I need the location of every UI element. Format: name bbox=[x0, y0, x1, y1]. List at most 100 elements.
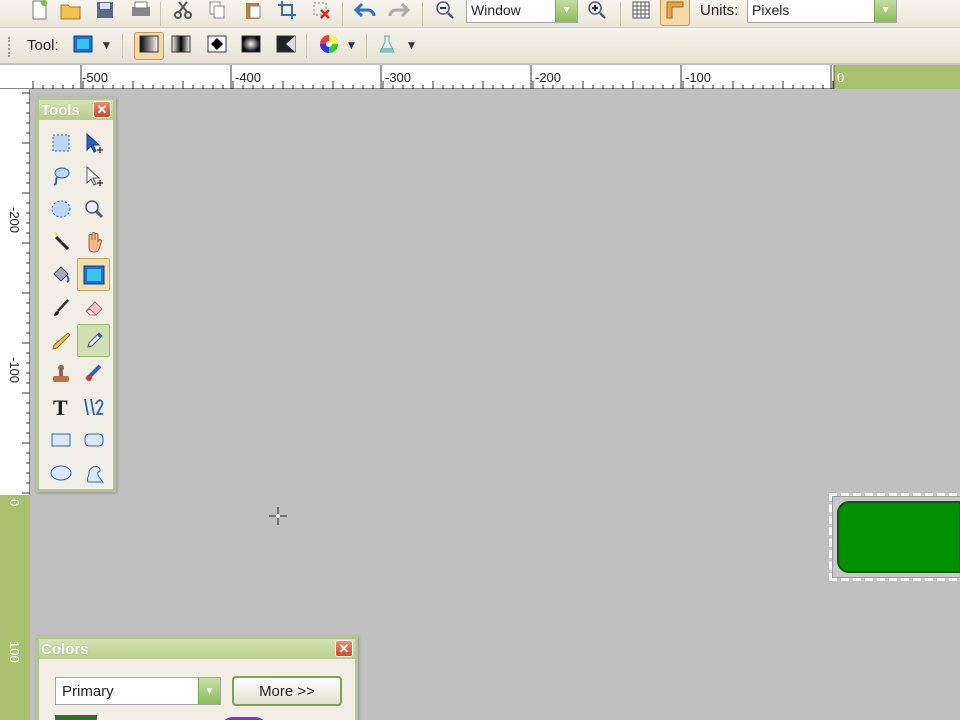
eraser-icon bbox=[84, 300, 103, 315]
gradient-icon bbox=[83, 265, 104, 284]
tool-rectangle[interactable] bbox=[44, 423, 77, 456]
diamond-gradient-button[interactable] bbox=[204, 34, 230, 58]
redo-icon bbox=[388, 0, 411, 24]
save-button[interactable] bbox=[92, 0, 118, 24]
tool-pan[interactable] bbox=[77, 225, 110, 258]
units-select[interactable]: Pixels ▼ bbox=[747, 0, 897, 23]
lasso-icon bbox=[52, 167, 69, 186]
current-tool-button[interactable] bbox=[70, 34, 96, 58]
close-icon[interactable]: ✕ bbox=[93, 101, 111, 118]
color-picker-icon bbox=[86, 331, 103, 348]
chevron-down-icon[interactable]: ▼ bbox=[348, 41, 355, 51]
tool-move-selected-pixels[interactable] bbox=[77, 126, 110, 159]
alpha-blending-button[interactable] bbox=[374, 34, 400, 58]
chevron-down-icon[interactable]: ▼ bbox=[408, 41, 415, 51]
zoom-out-button[interactable] bbox=[432, 0, 458, 24]
tool-eraser[interactable] bbox=[77, 291, 110, 324]
more-colors-button[interactable]: More >> bbox=[232, 676, 342, 706]
paste-button[interactable] bbox=[240, 0, 266, 24]
reflected-gradient-icon bbox=[171, 35, 191, 57]
reflected-gradient-button[interactable] bbox=[168, 34, 194, 58]
linear-gradient-button[interactable] bbox=[134, 32, 164, 60]
h-ruler-label: -300 bbox=[385, 70, 412, 85]
paintbrush-icon bbox=[53, 298, 69, 316]
tool-lasso-select[interactable] bbox=[44, 159, 77, 192]
tool-ellipse-select[interactable] bbox=[44, 192, 77, 225]
tool-toolbar: Tool: ▼ ▼ ▼ bbox=[0, 28, 960, 64]
horizontal-ruler-ticks bbox=[32, 65, 954, 89]
redo-button[interactable] bbox=[386, 0, 412, 24]
tool-line-curve[interactable] bbox=[77, 390, 110, 423]
colors-panel-title: Colors bbox=[41, 640, 89, 658]
deselect-button[interactable] bbox=[308, 0, 334, 24]
canvas-workspace[interactable] bbox=[31, 90, 960, 720]
tool-move-selection[interactable] bbox=[77, 159, 110, 192]
ruler-selection-range bbox=[0, 495, 30, 720]
scissors-icon bbox=[173, 0, 193, 24]
colors-panel: Colors ✕ Primary ▼ More >> bbox=[36, 636, 358, 720]
text-icon: T bbox=[53, 396, 68, 418]
copy-button[interactable] bbox=[204, 0, 230, 24]
pencil-icon bbox=[51, 331, 71, 350]
shape-fill bbox=[837, 501, 960, 573]
ellipse-select-icon bbox=[51, 200, 70, 217]
tool-rectangle-select[interactable] bbox=[44, 126, 77, 159]
tool-ellipse[interactable] bbox=[44, 456, 77, 489]
open-file-button[interactable] bbox=[58, 0, 84, 24]
v-ruler-label: 100 bbox=[7, 641, 22, 663]
tool-zoom[interactable] bbox=[77, 192, 110, 225]
chevron-down-icon: ▼ bbox=[555, 0, 577, 22]
crop-button[interactable] bbox=[274, 0, 300, 24]
printer-icon bbox=[130, 0, 152, 24]
conical-gradient-button[interactable] bbox=[273, 34, 299, 58]
move-selection-icon bbox=[86, 165, 103, 186]
zoom-select[interactable]: Window ▼ bbox=[466, 0, 578, 23]
vertical-ruler: -200 -100 0 100 bbox=[0, 89, 30, 720]
tool-freeform-shape[interactable] bbox=[77, 456, 110, 489]
rectangle-icon bbox=[51, 433, 70, 446]
svg-text:T: T bbox=[53, 396, 68, 418]
toolbar-grip[interactable] bbox=[8, 37, 11, 57]
tool-magic-wand[interactable] bbox=[44, 225, 77, 258]
color-target-value: Primary bbox=[62, 682, 114, 700]
close-icon[interactable]: ✕ bbox=[335, 640, 353, 657]
units-label: Units: bbox=[700, 2, 739, 19]
color-mode-button[interactable] bbox=[316, 34, 342, 58]
tool-color-picker[interactable] bbox=[77, 324, 110, 357]
zoom-in-button[interactable] bbox=[584, 0, 610, 24]
zoom-select-value: Window bbox=[471, 2, 521, 18]
tool-gradient[interactable] bbox=[77, 258, 110, 291]
h-ruler-label: 0 bbox=[837, 70, 845, 85]
tool-pencil[interactable] bbox=[44, 324, 77, 357]
h-ruler-label: -200 bbox=[535, 70, 562, 85]
undo-button[interactable] bbox=[352, 0, 378, 24]
gradient-tool-icon bbox=[73, 35, 93, 57]
tool-rounded-rectangle[interactable] bbox=[77, 423, 110, 456]
primary-color-swatch[interactable] bbox=[55, 715, 97, 720]
open-folder-icon bbox=[60, 0, 82, 24]
toggle-rulers-button[interactable] bbox=[660, 0, 690, 26]
tools-panel-titlebar[interactable]: Tools ✕ bbox=[39, 100, 113, 120]
cut-button[interactable] bbox=[170, 0, 196, 24]
tool-clone-stamp[interactable] bbox=[44, 357, 77, 390]
tool-text[interactable]: T bbox=[44, 390, 77, 423]
main-toolbar: Window ▼ Units: Pixels ▼ bbox=[0, 0, 960, 28]
selected-rounded-rectangle-shape[interactable] bbox=[829, 493, 960, 581]
tool-recolor[interactable] bbox=[77, 357, 110, 390]
new-file-button[interactable] bbox=[26, 0, 52, 24]
zoom-out-icon bbox=[435, 0, 455, 24]
tools-panel: Tools ✕ T bbox=[36, 97, 116, 492]
colors-panel-titlebar[interactable]: Colors ✕ bbox=[39, 639, 355, 659]
tools-grid: T bbox=[39, 120, 113, 492]
tool-paintbrush[interactable] bbox=[44, 291, 77, 324]
flask-icon bbox=[377, 34, 397, 58]
toggle-grid-button[interactable] bbox=[628, 0, 654, 24]
chevron-down-icon[interactable]: ▼ bbox=[103, 41, 110, 51]
color-target-select[interactable]: Primary ▼ bbox=[55, 677, 221, 705]
radial-gradient-button[interactable] bbox=[238, 34, 264, 58]
v-ruler-label: -200 bbox=[7, 207, 22, 234]
tool-paint-bucket[interactable] bbox=[44, 258, 77, 291]
print-button[interactable] bbox=[128, 0, 154, 24]
linear-gradient-icon bbox=[139, 35, 159, 57]
move-pixels-icon bbox=[86, 132, 103, 153]
